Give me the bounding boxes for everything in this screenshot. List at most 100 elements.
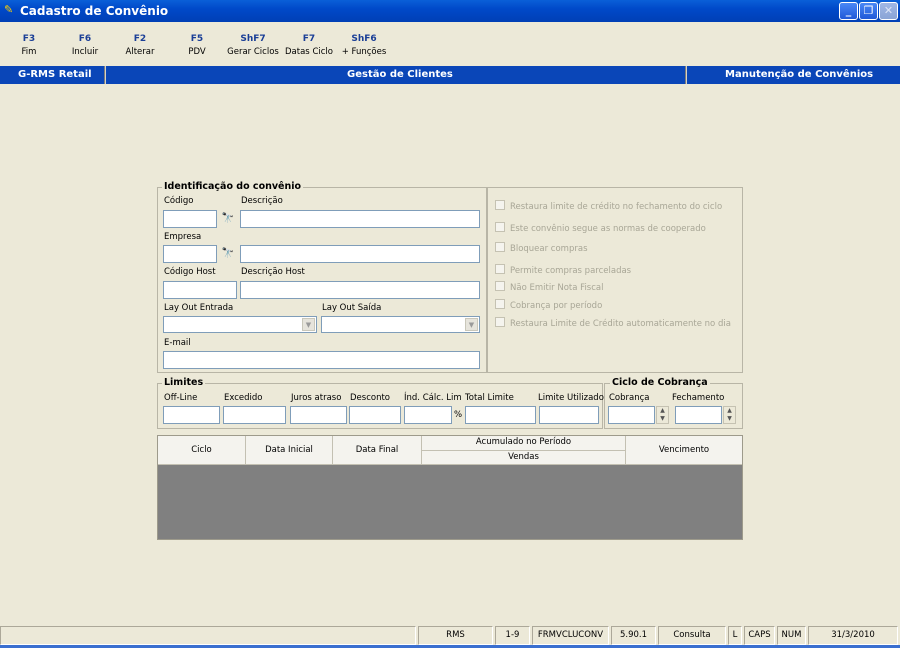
header-divider	[104, 66, 106, 84]
column-group-header-acumulado: Acumulado no Período	[422, 436, 626, 451]
codigo-host-label: Código Host	[164, 267, 216, 277]
ciclos-grid[interactable]: Ciclo Data Inicial Data Final Acumulado …	[157, 435, 743, 540]
cobranca-input[interactable]	[608, 406, 655, 424]
desconto-label: Desconto	[350, 393, 390, 403]
fkey-label: + Funções	[341, 47, 387, 57]
layout-saida-select[interactable]: ▼	[321, 316, 480, 333]
module-header: G-RMS Retail Gestão de Clientes Manutenç…	[0, 66, 900, 84]
column-header-vendas[interactable]: Vendas	[422, 451, 626, 465]
ind-calc-label: Índ. Cálc. Lim	[404, 393, 462, 403]
option-label: Este convênio segue as normas de coopera…	[510, 224, 706, 234]
total-limite-input[interactable]	[465, 406, 536, 424]
title-bar[interactable]: ✎ Cadastro de Convênio _ ❐ ✕	[0, 0, 900, 22]
descricao-host-input[interactable]	[240, 281, 480, 299]
option-normas-cooperado[interactable]: Este convênio segue as normas de coopera…	[495, 222, 706, 235]
ind-calc-input[interactable]	[404, 406, 452, 424]
arrow-down-icon[interactable]: ▼	[724, 415, 735, 423]
status-l: L	[728, 626, 742, 645]
offline-input[interactable]	[163, 406, 220, 424]
checkbox[interactable]	[495, 281, 505, 291]
excedido-label: Excedido	[224, 393, 263, 403]
option-label: Não Emitir Nota Fiscal	[510, 283, 604, 293]
close-button[interactable]: ✕	[879, 2, 898, 20]
checkbox[interactable]	[495, 299, 505, 309]
header-app-name: G-RMS Retail	[18, 69, 92, 80]
descricao-input[interactable]	[240, 210, 480, 228]
column-header-data-final[interactable]: Data Final	[333, 436, 422, 465]
column-header-vencimento[interactable]: Vencimento	[626, 436, 742, 465]
option-compras-parceladas[interactable]: Permite compras parceladas	[495, 264, 631, 277]
binoculars-search-icon[interactable]: 🔭	[220, 211, 236, 227]
fechamento-stepper[interactable]: ▲ ▼	[723, 406, 736, 424]
option-restaura-limite-auto[interactable]: Restaura Limite de Crédito automaticamen…	[495, 317, 731, 330]
status-form: FRMVCLUCONV	[532, 626, 609, 645]
fkey-pdv[interactable]: F5 PDV	[183, 31, 211, 60]
option-label: Restaura limite de crédito no fechamento…	[510, 202, 723, 212]
status-date: 31/3/2010	[808, 626, 898, 645]
empresa-description-input[interactable]	[240, 245, 480, 263]
fechamento-input[interactable]	[675, 406, 722, 424]
chevron-down-icon[interactable]: ▼	[465, 318, 478, 331]
cobranca-label: Cobrança	[609, 393, 650, 403]
status-message	[0, 626, 416, 645]
checkbox[interactable]	[495, 242, 505, 252]
email-label: E-mail	[164, 338, 191, 348]
window-title: Cadastro de Convênio	[20, 4, 169, 18]
limite-utilizado-label: Limite Utilizado	[538, 393, 604, 403]
option-bloquear-compras[interactable]: Bloquear compras	[495, 242, 588, 255]
restore-button[interactable]: ❐	[859, 2, 878, 20]
limite-utilizado-input[interactable]	[539, 406, 599, 424]
ciclo-cobranca-title: Ciclo de Cobrança	[610, 377, 710, 388]
checkbox[interactable]	[495, 200, 505, 210]
checkbox[interactable]	[495, 222, 505, 232]
fkey-mais-funcoes[interactable]: ShF6 + Funções	[338, 31, 390, 60]
fkey-incluir[interactable]: F6 Incluir	[67, 31, 103, 60]
arrow-up-icon[interactable]: ▲	[724, 407, 735, 415]
limites-title: Limites	[162, 377, 206, 388]
codigo-host-input[interactable]	[163, 281, 237, 299]
descricao-label: Descrição	[241, 196, 283, 206]
status-caps: CAPS	[744, 626, 775, 645]
fkey-label: Incluir	[71, 47, 99, 57]
options-group	[487, 187, 743, 373]
fkey-datas-ciclo[interactable]: F7 Datas Ciclo	[283, 31, 335, 60]
fkey-alterar[interactable]: F2 Alterar	[122, 31, 158, 60]
status-version: 5.90.1	[611, 626, 656, 645]
identificacao-title: Identificação do convênio	[162, 181, 304, 192]
offline-label: Off-Line	[164, 393, 198, 403]
checkbox[interactable]	[495, 264, 505, 274]
column-header-ciclo[interactable]: Ciclo	[158, 436, 246, 465]
status-system: RMS	[418, 626, 493, 645]
status-mode: Consulta	[658, 626, 726, 645]
status-range: 1-9	[495, 626, 530, 645]
binoculars-search-icon[interactable]: 🔭	[220, 246, 236, 262]
header-screen-name: Manutenção de Convênios	[725, 69, 874, 80]
layout-entrada-select[interactable]: ▼	[163, 316, 317, 333]
codigo-input[interactable]	[163, 210, 217, 228]
header-divider	[685, 66, 687, 84]
checkbox[interactable]	[495, 317, 505, 327]
option-nao-emitir-nf[interactable]: Não Emitir Nota Fiscal	[495, 281, 603, 294]
status-num: NUM	[777, 626, 806, 645]
empresa-label: Empresa	[164, 232, 202, 242]
juros-input[interactable]	[290, 406, 347, 424]
fkey-fim[interactable]: F3 Fim	[14, 31, 44, 60]
excedido-input[interactable]	[223, 406, 286, 424]
fkey-gerar-ciclos[interactable]: ShF7 Gerar Ciclos	[225, 31, 281, 60]
header-module-name: Gestão de Clientes	[347, 69, 453, 80]
arrow-down-icon[interactable]: ▼	[657, 415, 668, 423]
arrow-up-icon[interactable]: ▲	[657, 407, 668, 415]
cobranca-stepper[interactable]: ▲ ▼	[656, 406, 669, 424]
option-restaura-limite-fechamento[interactable]: Restaura limite de crédito no fechamento…	[495, 200, 722, 213]
desconto-input[interactable]	[349, 406, 401, 424]
minimize-button[interactable]: _	[839, 2, 858, 20]
email-input[interactable]	[163, 351, 480, 369]
option-label: Bloquear compras	[510, 244, 588, 254]
chevron-down-icon[interactable]: ▼	[302, 318, 315, 331]
empresa-input[interactable]	[163, 245, 217, 263]
fkey-label: PDV	[188, 47, 206, 57]
option-label: Cobrança por período	[510, 301, 603, 311]
column-header-data-inicial[interactable]: Data Inicial	[246, 436, 333, 465]
juros-label: Juros atraso	[291, 393, 342, 403]
option-cobranca-periodo[interactable]: Cobrança por período	[495, 299, 602, 312]
